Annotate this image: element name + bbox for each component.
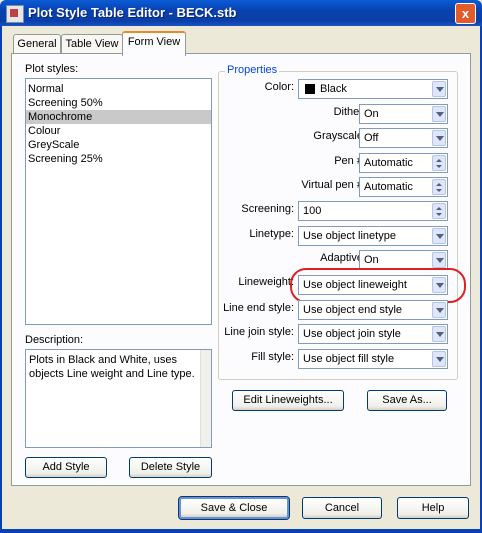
delete-style-button[interactable]: Delete Style — [129, 457, 212, 478]
list-item[interactable]: Screening 50% — [26, 96, 211, 110]
lineweight-label: Lineweight: — [238, 276, 294, 288]
title-bar[interactable]: Plot Style Table Editor - BECK.stb x — [0, 0, 482, 26]
chevron-down-icon[interactable] — [432, 228, 446, 244]
chevron-down-icon[interactable] — [432, 351, 446, 367]
chevron-down-icon[interactable] — [432, 302, 446, 318]
save-as-button[interactable]: Save As... — [367, 390, 447, 411]
virtual-pen-spinner[interactable]: Automatic — [359, 177, 448, 197]
chevron-down-icon[interactable] — [432, 252, 446, 268]
grayscale-select[interactable]: Off — [359, 128, 448, 148]
close-button[interactable]: x — [455, 3, 476, 24]
virtual-pen-label: Virtual pen #: — [301, 179, 366, 191]
tab-general[interactable]: General — [13, 34, 61, 54]
help-button[interactable]: Help — [397, 497, 469, 519]
plot-styles-list[interactable]: Normal Screening 50% Monochrome Colour G… — [25, 78, 212, 325]
tab-form-view[interactable]: Form View — [122, 31, 186, 56]
color-select[interactable]: Black — [298, 79, 448, 99]
line-join-style-label: Line join style: — [224, 326, 294, 338]
description-label: Description: — [25, 334, 84, 346]
plot-styles-label: Plot styles: — [25, 63, 79, 75]
linetype-label: Linetype: — [249, 228, 294, 240]
line-end-style-value: Use object end style — [303, 304, 403, 316]
color-value: Black — [320, 83, 347, 95]
line-join-style-select[interactable]: Use object join style — [298, 324, 448, 344]
line-end-style-select[interactable]: Use object end style — [298, 300, 448, 320]
description-field[interactable]: Plots in Black and White, uses objects L… — [25, 349, 212, 448]
description-text: Plots in Black and White, uses objects L… — [29, 354, 195, 380]
properties-group-label: Properties — [225, 64, 280, 76]
save-close-button[interactable]: Save & Close — [178, 496, 290, 520]
adaptive-value: On — [364, 254, 379, 266]
edit-lineweights-button[interactable]: Edit Lineweights... — [232, 390, 344, 411]
chevron-down-icon[interactable] — [432, 326, 446, 342]
cancel-button[interactable]: Cancel — [302, 497, 382, 519]
virtual-pen-value: Automatic — [364, 181, 413, 193]
description-scrollbar[interactable] — [200, 350, 211, 447]
color-label: Color: — [264, 81, 294, 93]
list-item[interactable]: Colour — [26, 124, 211, 138]
fill-style-select[interactable]: Use object fill style — [298, 349, 448, 369]
spinner-icon[interactable] — [432, 203, 446, 219]
close-icon: x — [461, 6, 470, 21]
spinner-icon[interactable] — [432, 179, 446, 195]
list-item[interactable]: Normal — [26, 82, 211, 96]
dither-value: On — [364, 108, 379, 120]
tab-table-view[interactable]: Table View — [61, 34, 123, 54]
pen-spinner[interactable]: Automatic — [359, 153, 448, 173]
adaptive-select[interactable]: On — [359, 250, 448, 270]
screening-value: 100 — [303, 205, 322, 217]
linetype-select[interactable]: Use object linetype — [298, 226, 448, 246]
screening-label: Screening: — [241, 203, 294, 215]
highlight-ring — [290, 268, 466, 303]
spinner-icon[interactable] — [432, 155, 446, 171]
screening-spinner[interactable]: 100 — [298, 201, 448, 221]
chevron-down-icon[interactable] — [432, 81, 446, 97]
color-swatch — [305, 84, 315, 94]
list-item[interactable]: Screening 25% — [26, 152, 211, 166]
window-title: Plot Style Table Editor - BECK.stb — [28, 5, 237, 20]
list-item-selected[interactable]: Monochrome — [26, 110, 211, 124]
app-icon — [6, 5, 24, 23]
dither-select[interactable]: On — [359, 104, 448, 124]
linetype-value: Use object linetype — [303, 230, 396, 242]
chevron-down-icon[interactable] — [432, 130, 446, 146]
list-item[interactable]: GreyScale — [26, 138, 211, 152]
chevron-down-icon[interactable] — [432, 106, 446, 122]
line-end-style-label: Line end style: — [223, 302, 294, 314]
line-join-style-value: Use object join style — [303, 328, 401, 340]
add-style-button[interactable]: Add Style — [25, 457, 107, 478]
fill-style-label: Fill style: — [251, 351, 294, 363]
grayscale-value: Off — [364, 132, 379, 144]
fill-style-value: Use object fill style — [303, 353, 395, 365]
pen-value: Automatic — [364, 157, 413, 169]
